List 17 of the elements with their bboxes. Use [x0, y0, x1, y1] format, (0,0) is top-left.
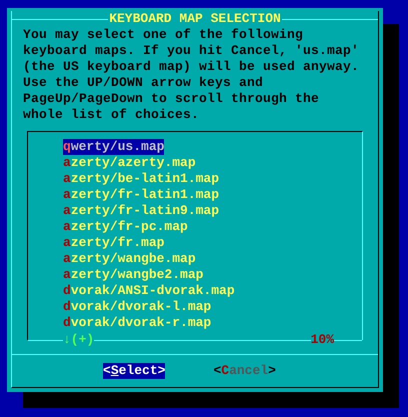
list-item[interactable]: dvorak/ANSI-dvorak.map [63, 283, 235, 299]
dialog-button[interactable]: <Select> [103, 363, 166, 379]
list-item[interactable]: azerty/fr-pc.map [63, 219, 188, 235]
instructions-text: You may select one of the following keyboard maps. If you hit Cancel, 'us.map' (the US keyboard map) will be used anyway. Use the UP/DOWN arrow keys and PageUp/PageDown to scroll through the whole list of choices. [22, 27, 360, 123]
dialog-button[interactable]: <Cancel> [213, 363, 276, 379]
list-item[interactable]: dvorak/dvorak-l.map [63, 299, 212, 315]
list-item[interactable]: azerty/fr-latin9.map [63, 203, 220, 219]
list-item[interactable]: azerty/wangbe2.map [63, 267, 204, 283]
list-item[interactable]: qwerty/us.map [63, 139, 164, 155]
list-item[interactable]: azerty/be-latin1.map [63, 171, 220, 187]
list-item[interactable]: azerty/fr.map [63, 235, 164, 251]
list-item[interactable]: dvorak/dvorak-r.map [63, 315, 212, 331]
list-item[interactable]: azerty/azerty.map [63, 155, 196, 171]
list-item[interactable]: azerty/wangbe.map [63, 251, 196, 267]
dialog-title: KEYBOARD MAP SELECTION [108, 11, 282, 27]
list-item[interactable]: azerty/fr-latin1.map [63, 187, 220, 203]
scroll-down-indicator: ↓(+) [63, 332, 94, 348]
